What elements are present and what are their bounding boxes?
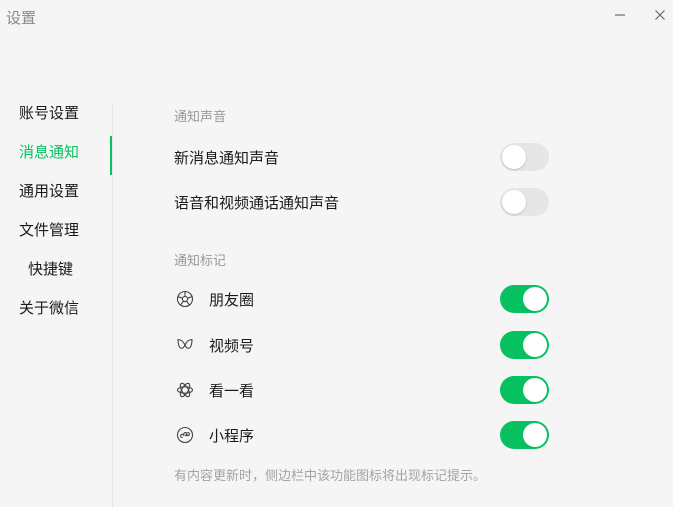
toggle-knob: [523, 287, 547, 311]
sidebar-item-file-management[interactable]: 文件管理: [0, 214, 112, 253]
setting-row-channels: 视频号: [174, 330, 550, 360]
notifications-panel: 通知声音 新消息通知声音 语音和视频通话通知声音 通知标记 朋友圈 视频号 看一…: [113, 0, 673, 507]
toggle-knob: [502, 145, 526, 169]
channels-badge-toggle[interactable]: [500, 331, 549, 359]
channels-icon: [177, 338, 193, 349]
mini-programs-icon: [176, 426, 194, 444]
setting-row-call-sound: 语音和视频通话通知声音: [174, 187, 550, 217]
window-title: 设置: [6, 9, 37, 27]
setting-row-new-message-sound: 新消息通知声音: [174, 142, 550, 172]
sidebar-item-account-settings[interactable]: 账号设置: [0, 97, 112, 136]
section-title-notification-badge: 通知标记: [174, 254, 227, 269]
sidebar-item-label: 消息通知: [19, 143, 80, 161]
setting-row-moments: 朋友圈: [174, 284, 550, 314]
mini-programs-badge-toggle[interactable]: [500, 421, 549, 449]
sidebar-item-label: 账号设置: [19, 104, 80, 122]
top-stories-icon: [176, 382, 194, 398]
new-message-sound-toggle[interactable]: [500, 143, 549, 171]
toggle-knob: [523, 333, 547, 357]
toggle-knob: [523, 423, 547, 447]
settings-window: 设置 账号设置 消息通知 通用设置 文件管理 快捷键 关于微信 通知声音 新消息…: [0, 0, 673, 507]
sidebar-item-label: 快捷键: [28, 260, 74, 278]
setting-label: 语音和视频通话通知声音: [174, 194, 340, 212]
sidebar-item-notifications[interactable]: 消息通知: [0, 136, 113, 175]
badge-hint-text: 有内容更新时，侧边栏中该功能图标将出现标记提示。: [174, 469, 487, 484]
setting-label: 朋友圈: [209, 291, 255, 309]
setting-row-top-stories: 看一看: [174, 375, 550, 405]
setting-label: 看一看: [209, 382, 255, 400]
setting-label: 新消息通知声音: [174, 149, 280, 167]
toggle-knob: [523, 378, 547, 402]
sidebar-item-label: 通用设置: [19, 182, 80, 200]
setting-row-mini-programs: 小程序: [174, 420, 550, 450]
setting-label: 小程序: [209, 427, 255, 445]
setting-label: 视频号: [209, 337, 255, 355]
section-title-notification-sound: 通知声音: [174, 110, 227, 125]
call-sound-toggle[interactable]: [500, 188, 549, 216]
moments-icon: [176, 290, 194, 308]
sidebar-item-general-settings[interactable]: 通用设置: [0, 175, 112, 214]
sidebar-item-shortcuts[interactable]: 快捷键: [0, 253, 112, 292]
settings-sidebar: 账号设置 消息通知 通用设置 文件管理 快捷键 关于微信: [0, 97, 113, 331]
sidebar-item-label: 文件管理: [19, 221, 80, 239]
toggle-knob: [502, 190, 526, 214]
sidebar-item-label: 关于微信: [19, 299, 80, 317]
moments-badge-toggle[interactable]: [500, 285, 549, 313]
top-stories-badge-toggle[interactable]: [500, 376, 549, 404]
sidebar-item-about[interactable]: 关于微信: [0, 292, 112, 331]
